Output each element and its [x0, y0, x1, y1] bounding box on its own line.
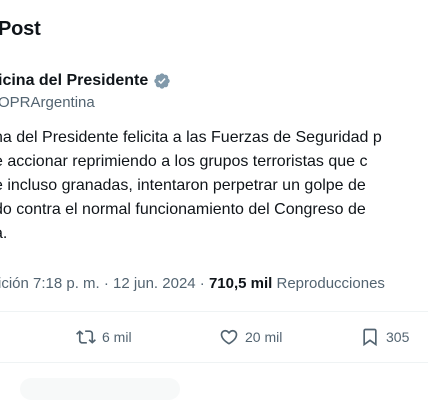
tweet-actions-bar: 6 mil 20 mil 305	[0, 324, 428, 350]
tweet-text-line: do contra el normal funcionamiento del C…	[0, 201, 366, 218]
retweet-count: 6 mil	[102, 329, 132, 345]
heart-icon	[220, 329, 238, 345]
retweet-button[interactable]: 6 mil	[76, 324, 132, 350]
like-button[interactable]: 20 mil	[219, 324, 282, 350]
views-label: Reproducciones	[272, 275, 385, 292]
author-name[interactable]: icina del Presidente	[0, 72, 148, 90]
page-title: Post	[0, 18, 41, 40]
tweet-text-line: e incluso granadas, intentaron perpetrar…	[0, 177, 366, 194]
divider	[0, 362, 428, 363]
views-count: 710,5 mil	[208, 275, 273, 292]
bookmark-button[interactable]: 305	[360, 324, 409, 350]
retweet-icon	[76, 330, 96, 344]
bookmark-count: 305	[386, 329, 410, 345]
tweet-author[interactable]: icina del Presidente OPRArgentina	[0, 70, 428, 111]
verified-badge-icon	[153, 72, 171, 90]
tweet-timestamp[interactable]: ición 7:18 p. m. · 12 jun. 2024 ·	[0, 275, 209, 292]
author-handle[interactable]: OPRArgentina	[0, 94, 428, 111]
like-count: 20 mil	[245, 329, 283, 345]
divider	[0, 311, 428, 312]
tweet-text: na del Presidente felicita a las Fuerzas…	[0, 126, 428, 246]
bookmark-icon	[363, 328, 377, 347]
tweet-text-line: a.	[0, 225, 8, 242]
tweet-metadata: ición 7:18 p. m. · 12 jun. 2024 · 710,5 …	[0, 275, 428, 292]
reply-area-partial	[20, 378, 180, 400]
tweet-text-line: e accionar reprimiendo a los grupos terr…	[0, 153, 368, 170]
tweet-text-line: na del Presidente felicita a las Fuerzas…	[0, 129, 382, 146]
